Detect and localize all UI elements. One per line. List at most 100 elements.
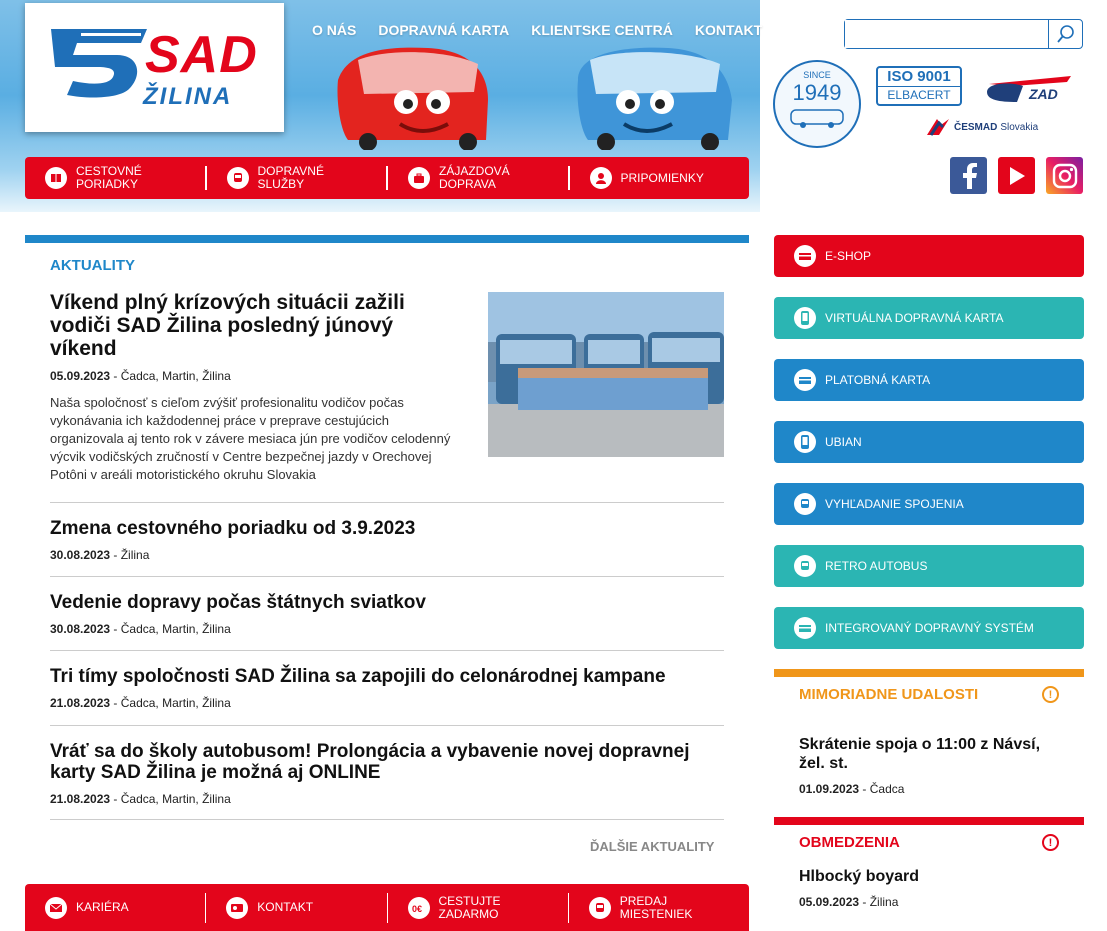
alert-bar	[774, 669, 1084, 677]
sidebar-ubian[interactable]: UBIAN	[774, 421, 1084, 463]
service-cestovne-poriadky[interactable]: CESTOVNÉ PORIADKY	[25, 165, 207, 191]
service-dopravne-sluzby[interactable]: DOPRAVNÉ SLUŽBY	[207, 164, 388, 191]
search-input[interactable]	[845, 20, 1045, 48]
bus-icon	[226, 167, 249, 189]
alert-item-title[interactable]: Skrátenie spoja o 11:00 z Návsí, žel. st…	[799, 735, 1059, 773]
news-item[interactable]: Vedenie dopravy počas štátnych sviatkov …	[50, 576, 724, 636]
footer-kariera[interactable]: KARIÉRA	[25, 892, 207, 923]
sidebar-eshop[interactable]: E-SHOP	[774, 235, 1084, 277]
news-date: 21.08.2023	[50, 696, 111, 710]
youtube-icon	[1009, 166, 1025, 185]
featured-photo[interactable]	[488, 292, 724, 457]
suitcase-icon	[408, 167, 430, 189]
footer-predaj-miestenkov[interactable]: PREDAJ MIESTENIEK	[569, 893, 749, 923]
sidebar-virtualna-karta[interactable]: VIRTUÁLNA DOPRAVNÁ KARTA	[774, 297, 1084, 339]
since-year: 1949	[792, 80, 842, 105]
sidebar-retro-autobus[interactable]: RETRO AUTOBUS	[774, 545, 1084, 587]
since-1949-badge: SINCE 1949	[773, 60, 861, 148]
card-icon	[794, 245, 816, 267]
news-title[interactable]: Vráť sa do školy autobusom! Prolongácia …	[50, 741, 724, 783]
bus-icon	[794, 493, 816, 515]
service-label-2a: DOPRAVNÉ	[257, 164, 324, 178]
sidebar-vyhladanie-spojenia[interactable]: VYHĽADANIE SPOJENIA	[774, 483, 1084, 525]
footer-cestujte-zadarmo[interactable]: 0€ CESTUJTE ZADARMO	[388, 892, 569, 923]
topnav-klientske-centra[interactable]: KLIENTSKE CENTRÁ	[531, 22, 673, 38]
news-title[interactable]: Vedenie dopravy počas štátnych sviatkov	[50, 592, 724, 613]
phone-icon	[794, 307, 816, 329]
topnav-dopravna-karta[interactable]: DOPRAVNÁ KARTA	[378, 22, 509, 38]
featured-article[interactable]: Víkend plný krízových situácii zažili vo…	[50, 291, 460, 484]
featured-title[interactable]: Víkend plný krízových situácii zažili vo…	[50, 291, 460, 360]
service-pripomienky[interactable]: PRIPOMIENKY	[570, 166, 750, 190]
logo[interactable]: SAD ŽILINA	[25, 3, 284, 132]
sidebar-label: VIRTUÁLNA DOPRAVNÁ KARTA	[825, 311, 1004, 325]
footer-nav: KARIÉRA KONTAKT 0€ CESTUJTE ZADARMO PREDA…	[25, 884, 749, 931]
news-date: 30.08.2023	[50, 548, 111, 562]
featured-meta: 05.09.2023 - Čadca, Martin, Žilina	[50, 369, 460, 383]
alert-date: 01.09.2023	[799, 782, 860, 796]
news-places: - Čadca, Martin, Žilina	[110, 696, 231, 710]
sidebar-label: PLATOBNÁ KARTA	[825, 373, 931, 387]
top-nav: O NÁS DOPRAVNÁ KARTA KLIENTSKE CENTRÁ KO…	[312, 22, 762, 38]
mail-icon	[45, 896, 67, 919]
featured-excerpt: Naša spoločnosť s cieľom zvýšiť profesio…	[50, 395, 451, 482]
phone-icon	[794, 431, 816, 453]
more-news-link[interactable]: ĎALŠIE AKTUALITY	[590, 839, 714, 854]
bus-icon	[588, 896, 611, 919]
topnav-o-nas[interactable]: O NÁS	[312, 22, 356, 38]
news-item[interactable]: Vráť sa do školy autobusom! Prolongácia …	[50, 725, 724, 806]
cesmad-logo: ČESMAD Slovakia	[925, 117, 1038, 137]
euro-icon: 0€	[407, 896, 430, 919]
instagram-link[interactable]	[1046, 157, 1083, 194]
alert-item-title[interactable]: Hlbocký boyard	[799, 867, 1059, 886]
service-label-4: PRIPOMIENKY	[620, 170, 704, 185]
news-item[interactable]: Tri tímy spoločnosti SAD Žilina sa zapoj…	[50, 650, 724, 710]
news-meta: 30.08.2023 - Žilina	[50, 548, 724, 562]
news-meta: 21.08.2023 - Čadca, Martin, Žilina	[50, 792, 724, 806]
service-label-3b: DOPRAVA	[439, 177, 496, 191]
sidebar-label: RETRO AUTOBUS	[825, 559, 928, 573]
featured-date: 05.09.2023	[50, 369, 111, 383]
youtube-link[interactable]	[998, 157, 1035, 194]
section-bar	[25, 235, 749, 243]
svg-text:0€: 0€	[412, 904, 422, 913]
cesmad-sub: Slovakia	[1000, 121, 1039, 133]
topnav-kontakt[interactable]: KONTAKT	[695, 22, 762, 38]
alert-bar	[774, 817, 1084, 825]
zad-text: ZAD	[1028, 86, 1058, 102]
since-label: SINCE	[803, 70, 831, 80]
news-date: 30.08.2023	[50, 622, 111, 636]
instagram-icon	[1052, 163, 1077, 188]
user-icon	[589, 167, 612, 189]
retro-bus-icon	[790, 109, 844, 128]
mascot-buses-image	[337, 47, 732, 150]
cesmad-text: ČESMAD	[954, 121, 998, 133]
sidebar-platobna-karta[interactable]: PLATOBNÁ KARTA	[774, 359, 1084, 401]
sidebar-label: UBIAN	[825, 435, 862, 449]
alert-date: 05.09.2023	[799, 895, 860, 909]
footer-label-1: KARIÉRA	[76, 900, 129, 914]
news-title[interactable]: Tri tímy spoločnosti SAD Žilina sa zapoj…	[50, 666, 724, 687]
iso-label: ISO 9001	[887, 68, 951, 85]
news-item[interactable]: Zmena cestovného poriadku od 3.9.2023 30…	[50, 502, 724, 562]
social-links	[950, 157, 1083, 194]
alert-places: - Žilina	[859, 895, 899, 909]
facebook-link[interactable]	[950, 157, 987, 194]
cesmad-mark-icon	[927, 119, 949, 136]
featured-photo-image	[488, 292, 724, 457]
sidebar-integrovany-system[interactable]: INTEGROVANÝ DOPRAVNÝ SYSTÉM	[774, 607, 1084, 649]
footer-kontakt[interactable]: KONTAKT	[206, 892, 388, 923]
service-zajazdova-doprava[interactable]: ZÁJAZDOVÁ DOPRAVA	[388, 165, 570, 191]
news-places: - Žilina	[110, 548, 150, 562]
footer-label-2: KONTAKT	[257, 900, 314, 914]
logo-mark-icon	[51, 29, 147, 98]
zad-mark-icon: ZAD	[987, 76, 1071, 102]
warning-icon: !	[1042, 834, 1059, 851]
news-title[interactable]: Zmena cestovného poriadku od 3.9.2023	[50, 518, 724, 539]
warning-icon: !	[1042, 686, 1059, 703]
logo-city: ŽILINA	[143, 83, 233, 110]
search-button[interactable]	[1048, 20, 1082, 48]
footer-label-3b: ZADARMO	[438, 906, 499, 921]
zad-logo: ZAD	[983, 72, 1075, 106]
search-icon	[1056, 25, 1074, 43]
